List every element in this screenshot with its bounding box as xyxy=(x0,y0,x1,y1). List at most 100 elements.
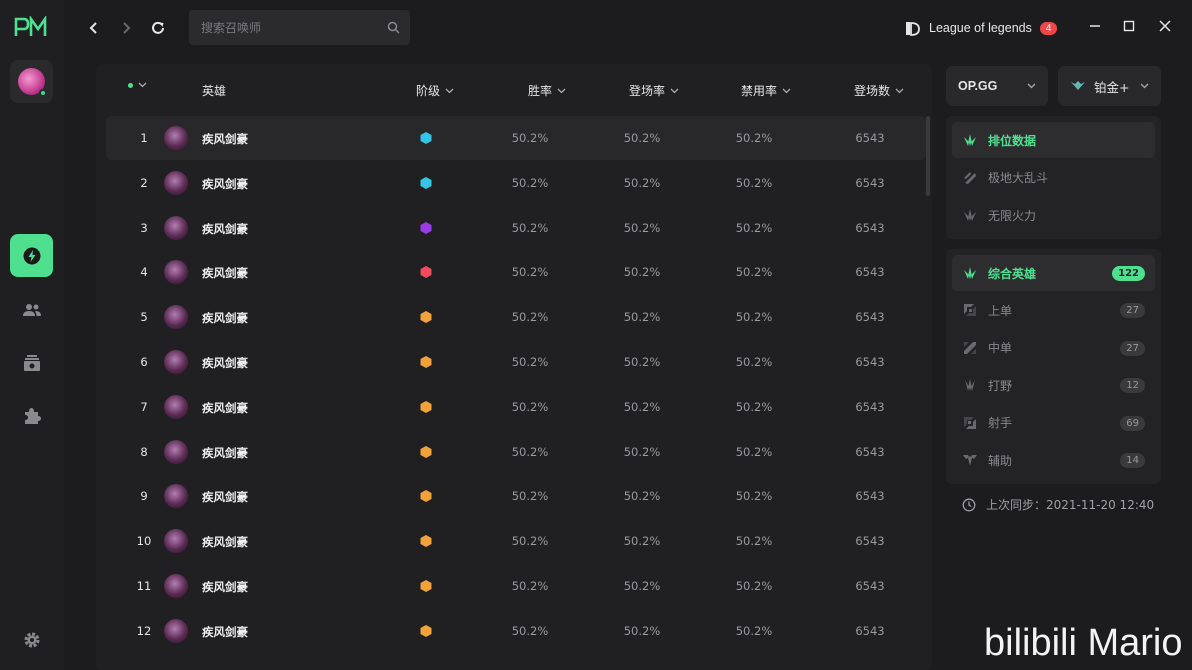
inbox-icon xyxy=(23,354,40,371)
col-winrate[interactable]: 胜率 xyxy=(528,82,566,99)
position-count: 27 xyxy=(1120,303,1145,319)
cell-games: 6543 xyxy=(855,175,885,190)
search-input[interactable] xyxy=(201,20,387,35)
minimize-button[interactable] xyxy=(1083,14,1107,38)
rank-dropdown[interactable]: 铂金+ xyxy=(1058,66,1161,106)
maximize-button[interactable] xyxy=(1117,14,1141,38)
champion-portrait xyxy=(164,305,188,330)
table-row[interactable]: 4 疾风剑豪 50.2% 50.2% 50.2% 6543 xyxy=(106,250,926,294)
table-row[interactable]: 1 疾风剑豪 50.2% 50.2% 50.2% 6543 xyxy=(106,116,926,160)
row-rank: 7 xyxy=(140,399,148,414)
col-banrate[interactable]: 禁用率 xyxy=(741,82,791,99)
source-dropdown[interactable]: OP.GG xyxy=(946,66,1048,106)
row-rank: 8 xyxy=(140,444,148,459)
chevron-down-icon xyxy=(782,88,791,93)
table-row[interactable]: 5 疾风剑豪 50.2% 50.2% 50.2% 6543 xyxy=(106,295,926,339)
table-row[interactable]: 12 疾风剑豪 50.2% 50.2% 50.2% 6543 xyxy=(106,609,926,653)
position-count: 122 xyxy=(1112,266,1145,281)
support-icon xyxy=(963,455,977,466)
game-selector[interactable]: League of legends 4 xyxy=(904,16,1058,40)
back-button[interactable] xyxy=(84,14,104,42)
sync-status: 上次同步：2021-11-20 12:40 xyxy=(962,496,1154,513)
rank-sort[interactable] xyxy=(128,82,147,88)
mode-label: 无限火力 xyxy=(988,208,1037,223)
table-row[interactable]: 9 疾风剑豪 50.2% 50.2% 50.2% 6543 xyxy=(106,474,926,518)
row-rank: 3 xyxy=(140,220,148,235)
cell-games: 6543 xyxy=(855,489,885,504)
table-header: 英雄 阶级 胜率 登场率 禁用率 登场数 xyxy=(96,64,932,116)
tier-hexagon-icon xyxy=(420,535,432,548)
user-avatar[interactable] xyxy=(10,60,53,103)
cell-pickrate: 50.2% xyxy=(623,175,661,190)
cell-winrate: 50.2% xyxy=(511,131,549,145)
position-top[interactable]: 上单 27 xyxy=(952,292,1155,328)
position-jungle[interactable]: 打野 12 xyxy=(952,367,1155,403)
position-support[interactable]: 辅助 14 xyxy=(952,442,1155,478)
cell-winrate: 50.2% xyxy=(511,399,549,414)
position-adc[interactable]: 射手 69 xyxy=(952,405,1155,441)
platinum-emblem-icon xyxy=(1071,81,1085,90)
nav-settings[interactable] xyxy=(10,618,53,661)
ranked-icon xyxy=(964,134,976,146)
mode-ranked[interactable]: 排位数据 xyxy=(952,122,1155,158)
col-winrate-label: 胜率 xyxy=(528,84,553,98)
cell-pickrate: 50.2% xyxy=(623,131,661,145)
cell-games: 6543 xyxy=(855,399,885,414)
mode-aram[interactable]: 极地大乱斗 xyxy=(952,160,1155,196)
table-scrollbar[interactable] xyxy=(926,116,930,196)
row-rank: 9 xyxy=(140,489,148,504)
champion-name: 疾风剑豪 xyxy=(202,624,248,639)
col-tier[interactable]: 阶级 xyxy=(416,82,454,99)
close-button[interactable] xyxy=(1153,14,1177,38)
table-row[interactable]: 11 疾风剑豪 50.2% 50.2% 50.2% 6543 xyxy=(106,564,926,608)
cell-winrate: 50.2% xyxy=(511,534,549,549)
tier-hexagon-icon xyxy=(420,490,432,503)
champion-portrait xyxy=(164,574,188,598)
position-mid[interactable]: 中单 27 xyxy=(952,330,1155,366)
position-label: 上单 xyxy=(988,303,1013,318)
position-all[interactable]: 综合英雄 122 xyxy=(952,255,1155,291)
clock-icon xyxy=(962,498,976,511)
cell-pickrate: 50.2% xyxy=(623,265,661,280)
cell-banrate: 50.2% xyxy=(735,175,773,190)
cell-pickrate: 50.2% xyxy=(623,444,661,459)
tier-hexagon-icon xyxy=(420,266,432,279)
table-row[interactable]: 8 疾风剑豪 50.2% 50.2% 50.2% 6543 xyxy=(106,430,926,474)
urf-icon xyxy=(964,209,976,221)
champion-portrait xyxy=(164,529,188,554)
cell-banrate: 50.2% xyxy=(735,623,773,638)
table-row[interactable]: 7 疾风剑豪 50.2% 50.2% 50.2% 6543 xyxy=(106,385,926,429)
mode-label: 排位数据 xyxy=(988,133,1037,148)
lightning-icon xyxy=(23,247,40,264)
champion-portrait xyxy=(164,439,188,464)
position-card: 综合英雄 122 上单 27 中单 27 打野 12 射手 69 辅助 14 xyxy=(946,249,1161,484)
chevron-down-icon xyxy=(445,88,454,93)
nav-plugins[interactable] xyxy=(10,394,53,437)
forward-button[interactable] xyxy=(116,14,136,42)
cell-games: 6543 xyxy=(855,265,885,280)
tier-hexagon-icon xyxy=(420,311,432,324)
search-icon[interactable] xyxy=(387,21,400,34)
history-controls xyxy=(84,14,168,42)
cell-games: 6543 xyxy=(855,310,885,325)
nav-friends[interactable] xyxy=(10,288,53,331)
nav-lightning[interactable] xyxy=(10,234,53,277)
nav-inventory[interactable] xyxy=(10,341,53,384)
table-row[interactable]: 2 疾风剑豪 50.2% 50.2% 50.2% 6543 xyxy=(106,161,926,205)
green-dot-icon xyxy=(128,82,133,88)
chevron-down-icon xyxy=(1027,83,1036,89)
col-hero[interactable]: 英雄 xyxy=(202,82,226,99)
minimize-icon xyxy=(1090,25,1100,27)
table-row[interactable]: 6 疾风剑豪 50.2% 50.2% 50.2% 6543 xyxy=(106,340,926,384)
col-games[interactable]: 登场数 xyxy=(854,82,904,99)
cell-banrate: 50.2% xyxy=(735,310,773,325)
mode-urf[interactable]: 无限火力 xyxy=(952,197,1155,233)
tier-hexagon-icon xyxy=(420,221,432,234)
champion-name: 疾风剑豪 xyxy=(202,535,248,550)
table-row[interactable]: 10 疾风剑豪 50.2% 50.2% 50.2% 6543 xyxy=(106,519,926,563)
lol-logo-icon xyxy=(906,21,920,36)
col-pickrate[interactable]: 登场率 xyxy=(629,82,679,99)
cell-winrate: 50.2% xyxy=(511,444,549,459)
table-row[interactable]: 3 疾风剑豪 50.2% 50.2% 50.2% 6543 xyxy=(106,206,926,250)
refresh-button[interactable] xyxy=(148,14,168,42)
